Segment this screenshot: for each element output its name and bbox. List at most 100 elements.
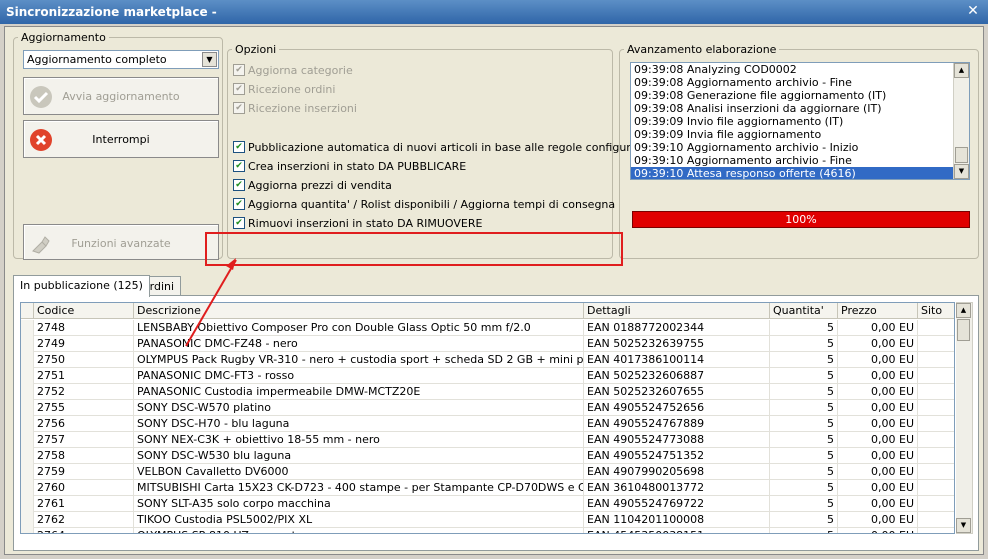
row-indicator[interactable] <box>21 320 34 336</box>
cell-prezzo: 0,00 EU <box>838 512 918 528</box>
close-icon[interactable]: ✕ <box>964 2 982 20</box>
check-icon: ✔ <box>233 179 245 191</box>
cell-quantita: 5 <box>770 384 838 400</box>
cell-descrizione: SONY SLT-A35 solo corpo macchina <box>134 496 584 512</box>
cell-sito <box>918 336 954 352</box>
cell-dettagli: EAN 4905524752656 <box>584 400 770 416</box>
header-sito[interactable]: Sito <box>918 303 954 319</box>
table-row[interactable]: 2758 SONY DSC-W530 blu laguna EAN 49055247… <box>21 448 954 464</box>
cell-quantita: 5 <box>770 400 838 416</box>
log-scrollbar[interactable]: ▲ ▼ <box>953 63 969 179</box>
row-indicator[interactable] <box>21 512 34 528</box>
opzioni-legend: Opzioni <box>235 43 277 56</box>
cell-descrizione: OLYMPUS SP-810 UZ - argento <box>134 528 584 533</box>
table-row[interactable]: 2750 OLYMPUS Pack Rugby VR-310 - nero + c… <box>21 352 954 368</box>
log-line: 09:39:08 Analyzing COD0002 <box>634 63 797 76</box>
cell-codice: 2756 <box>34 416 134 432</box>
cell-dettagli: EAN 4905524767889 <box>584 416 770 432</box>
scroll-up-icon[interactable]: ▲ <box>956 303 971 318</box>
cell-codice: 2757 <box>34 432 134 448</box>
row-indicator[interactable] <box>21 448 34 464</box>
start-update-button[interactable]: Avvia aggiornamento <box>23 77 219 115</box>
table-row[interactable]: 2762 TIKOO Custodia PSL5002/PIX XL EAN 110… <box>21 512 954 528</box>
cell-prezzo: 0,00 EU <box>838 400 918 416</box>
row-indicator[interactable] <box>21 368 34 384</box>
cell-descrizione: VELBON Cavalletto DV6000 <box>134 464 584 480</box>
header-prezzo[interactable]: Prezzo <box>838 303 918 319</box>
listings-table[interactable]: Codice Descrizione Dettagli Quantita' Pr… <box>20 302 955 534</box>
cell-codice: 2764 <box>34 528 134 533</box>
cell-dettagli: EAN 4017386100114 <box>584 352 770 368</box>
table-row[interactable]: 2756 SONY DSC-H70 - blu laguna EAN 4905524… <box>21 416 954 432</box>
check-icon: ✔ <box>233 83 245 95</box>
tab-in-pubblicazione[interactable]: In pubblicazione (125) <box>13 275 150 297</box>
table-row[interactable]: 2751 PANASONIC DMC-FT3 - rosso EAN 5025232… <box>21 368 954 384</box>
cell-prezzo: 0,00 EU <box>838 352 918 368</box>
cell-prezzo: 0,00 EU <box>838 432 918 448</box>
cell-codice: 2750 <box>34 352 134 368</box>
row-indicator[interactable] <box>21 464 34 480</box>
row-indicator[interactable] <box>21 400 34 416</box>
check-icon: ✔ <box>233 217 245 229</box>
header-codice[interactable]: Codice <box>34 303 134 319</box>
table-scrollbar[interactable]: ▲ ▼ <box>956 302 973 534</box>
row-indicator[interactable] <box>21 496 34 512</box>
row-indicator[interactable] <box>21 352 34 368</box>
scroll-down-icon[interactable]: ▼ <box>954 164 969 179</box>
cell-sito <box>918 512 954 528</box>
cell-descrizione: LENSBABY Obiettivo Composer Pro con Doub… <box>134 320 584 336</box>
cell-sito <box>918 528 954 533</box>
cell-descrizione: MITSUBISHI Carta 15X23 CK-D723 - 400 sta… <box>134 480 584 496</box>
table-row[interactable]: 2749 PANASONIC DMC-FZ48 - nero EAN 5025232… <box>21 336 954 352</box>
cell-quantita: 5 <box>770 528 838 533</box>
cell-sito <box>918 416 954 432</box>
header-dettagli[interactable]: Dettagli <box>584 303 770 319</box>
log-line: 09:39:08 Aggiornamento archivio - Fine <box>634 76 852 89</box>
scroll-down-icon[interactable]: ▼ <box>956 518 971 533</box>
cell-quantita: 5 <box>770 320 838 336</box>
row-indicator[interactable] <box>21 528 34 533</box>
cell-quantita: 5 <box>770 512 838 528</box>
row-indicator[interactable] <box>21 432 34 448</box>
advanced-functions-label: Funzioni avanzate <box>71 237 171 250</box>
table-row[interactable]: 2764OLYMPUS SP-810 UZ - argentoEAN 45453… <box>21 528 954 533</box>
table-row[interactable]: 2755 SONY DSC-W570 platino EAN 49055247526… <box>21 400 954 416</box>
cell-dettagli: EAN 4545350038151 <box>584 528 770 533</box>
cell-sito <box>918 432 954 448</box>
table-row[interactable]: 2761 SONY SLT-A35 solo corpo macchina EAN … <box>21 496 954 512</box>
cell-quantita: 5 <box>770 432 838 448</box>
row-indicator[interactable] <box>21 480 34 496</box>
scroll-thumb[interactable] <box>957 319 970 341</box>
table-row[interactable]: 2748 LENSBABY Obiettivo Composer Pro con … <box>21 320 954 336</box>
header-descrizione[interactable]: Descrizione <box>134 303 584 319</box>
header-quantita[interactable]: Quantita' <box>770 303 838 319</box>
cell-codice: 2751 <box>34 368 134 384</box>
table-row[interactable]: 2760 MITSUBISHI Carta 15X23 CK-D723 - 400… <box>21 480 954 496</box>
row-indicator[interactable] <box>21 384 34 400</box>
advanced-functions-button[interactable]: Funzioni avanzate <box>23 224 219 260</box>
cell-prezzo: 0,00 EU <box>838 448 918 464</box>
table-row[interactable]: 2757 SONY NEX-C3K + obiettivo 18-55 mm - … <box>21 432 954 448</box>
table-row[interactable]: 2759 VELBON Cavalletto DV6000 EAN 49079902… <box>21 464 954 480</box>
stop-button[interactable]: Interrompi <box>23 120 219 158</box>
aggiornamento-legend: Aggiornamento <box>21 31 106 44</box>
table-scrollbar-track[interactable]: ▲ ▼ <box>956 303 972 533</box>
cell-descrizione: PANASONIC DMC-FT3 - rosso <box>134 368 584 384</box>
cell-descrizione: PANASONIC Custodia impermeabile DMW-MCTZ… <box>134 384 584 400</box>
cell-codice: 2761 <box>34 496 134 512</box>
chevron-down-icon[interactable]: ▼ <box>202 52 217 67</box>
cell-codice: 2755 <box>34 400 134 416</box>
cell-dettagli: EAN 0188772002344 <box>584 320 770 336</box>
cell-quantita: 5 <box>770 480 838 496</box>
update-mode-select[interactable]: Aggiornamento completo ▼ <box>23 50 219 69</box>
row-indicator[interactable] <box>21 416 34 432</box>
table-row[interactable]: 2752 PANASONIC Custodia impermeabile DMW-… <box>21 384 954 400</box>
progress-log[interactable]: 09:39:08 Analyzing COD0002 09:39:08 Aggi… <box>630 62 970 180</box>
cell-descrizione: SONY DSC-W570 platino <box>134 400 584 416</box>
cell-prezzo: 0,00 EU <box>838 464 918 480</box>
scroll-thumb[interactable] <box>955 147 968 163</box>
cell-codice: 2762 <box>34 512 134 528</box>
cell-sito <box>918 496 954 512</box>
scroll-up-icon[interactable]: ▲ <box>954 63 969 78</box>
row-indicator[interactable] <box>21 336 34 352</box>
